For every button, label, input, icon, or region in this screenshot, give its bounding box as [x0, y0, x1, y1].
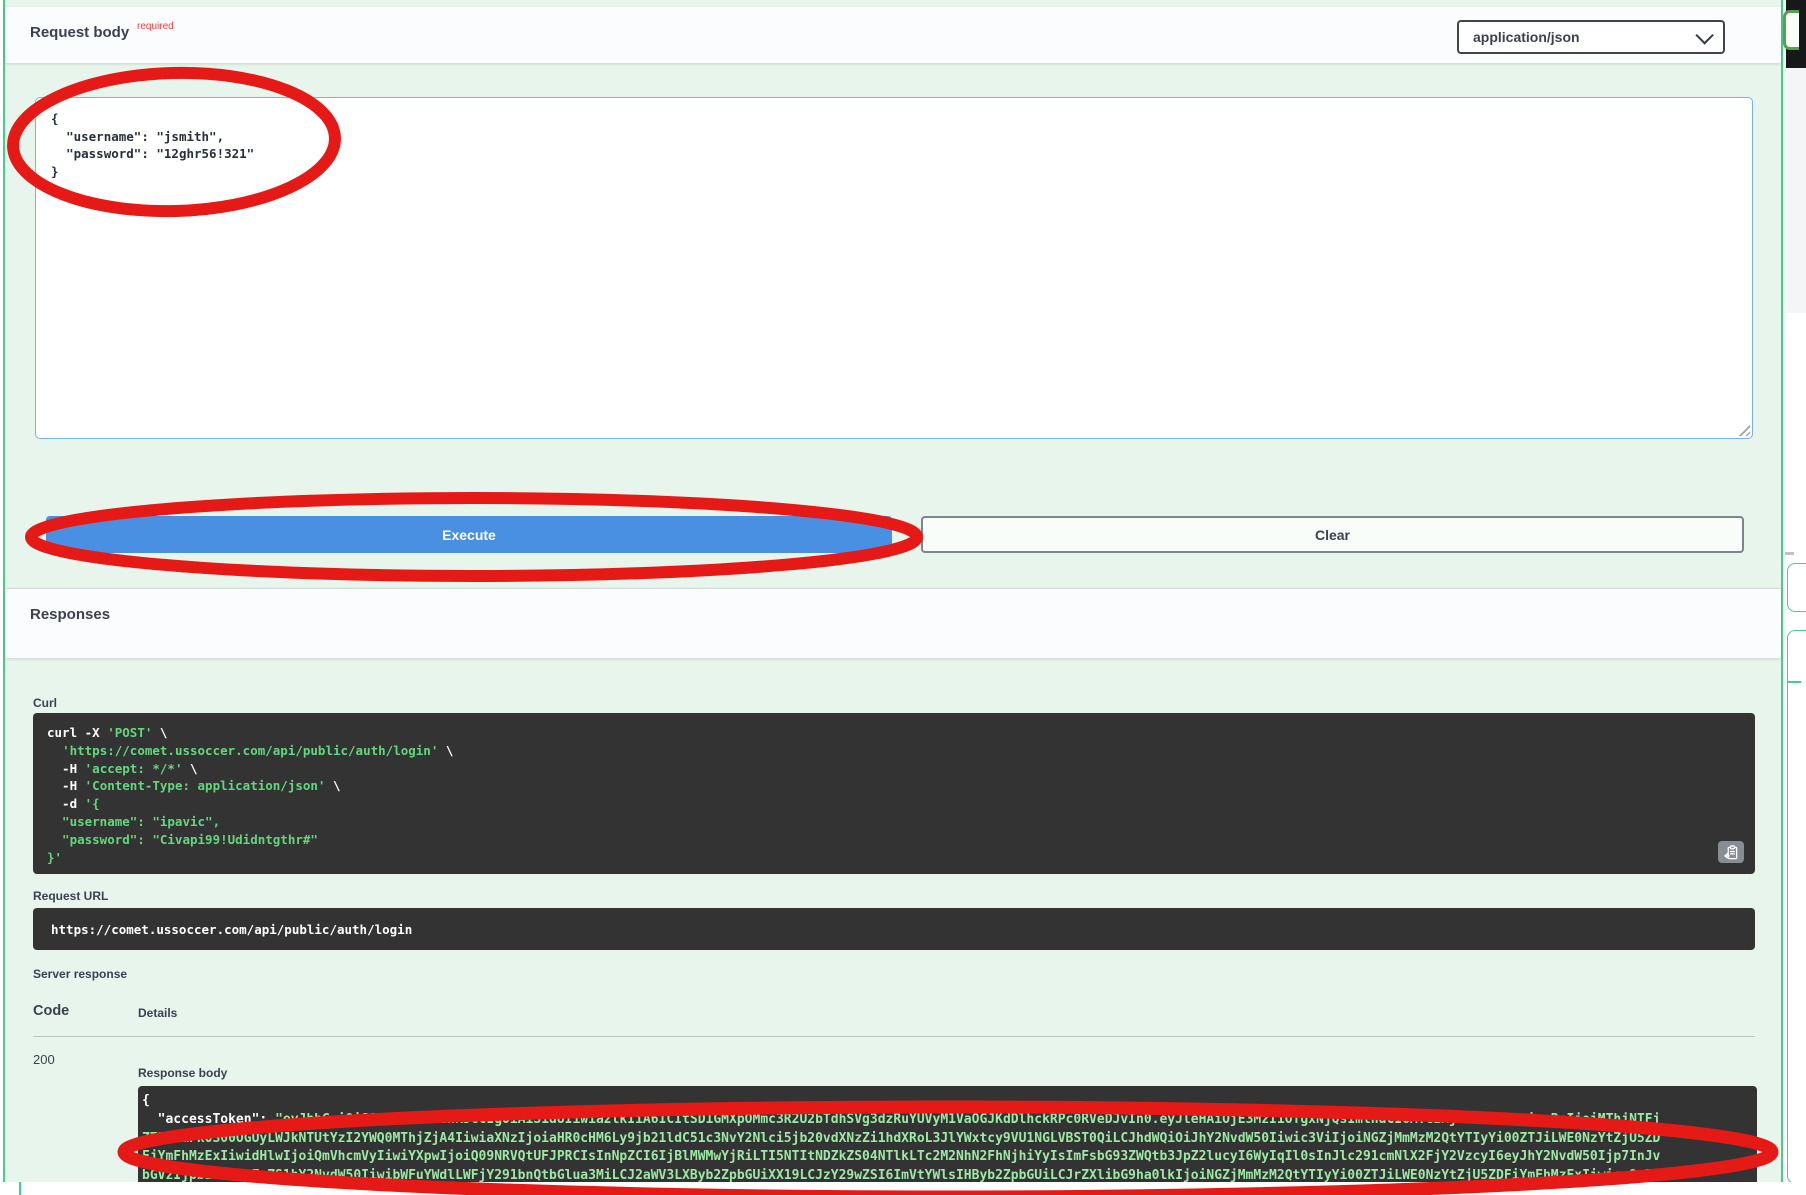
right-edge-opblock-tick — [1787, 681, 1801, 683]
page-bottom-strip — [0, 1182, 1806, 1195]
right-edge-scroll-dash — [1785, 552, 1794, 555]
chevron-down-icon — [1695, 26, 1713, 44]
code-column-header: Code — [33, 1003, 69, 1019]
table-header-divider — [33, 1036, 1755, 1037]
request-body-title: Request body — [30, 24, 129, 41]
right-edge-opblock-fragment-1 — [1787, 563, 1806, 612]
clear-button[interactable]: Clear — [921, 516, 1744, 553]
right-edge-green-button-fragment — [1783, 10, 1799, 50]
curl-code-block: curl -X 'POST' \ 'https://comet.ussoccer… — [33, 713, 1755, 874]
next-opblock-border-fragment — [19, 1182, 21, 1195]
request-url-label: Request URL — [33, 889, 108, 903]
request-url-bar: https://comet.ussoccer.com/api/public/au… — [33, 908, 1755, 950]
right-edge-opblock-fragment-2 — [1787, 630, 1806, 1184]
execute-button[interactable]: Execute — [46, 516, 892, 553]
swagger-operation-page: Request body required application/json {… — [0, 0, 1806, 1195]
server-response-label: Server response — [33, 967, 127, 981]
content-type-select[interactable]: application/json — [1457, 20, 1725, 54]
curl-label: Curl — [33, 696, 57, 710]
request-url-value: https://comet.ussoccer.com/api/public/au… — [51, 922, 412, 937]
copy-to-clipboard-icon — [1724, 845, 1739, 860]
responses-header-band — [5, 588, 1781, 658]
response-body-block: { "accessToken": "eyJhbGciOiJSUzI1NiIsIn… — [138, 1086, 1757, 1195]
required-badge: required — [137, 21, 174, 32]
copy-to-clipboard-button[interactable] — [1718, 841, 1744, 863]
response-body-label: Response body — [138, 1066, 227, 1080]
details-column-header: Details — [138, 1006, 177, 1020]
responses-title: Responses — [30, 606, 110, 623]
request-body-textarea[interactable]: { "username": "jsmith", "password": "12g… — [35, 97, 1753, 439]
content-type-value: application/json — [1473, 29, 1580, 45]
status-code: 200 — [33, 1052, 55, 1067]
